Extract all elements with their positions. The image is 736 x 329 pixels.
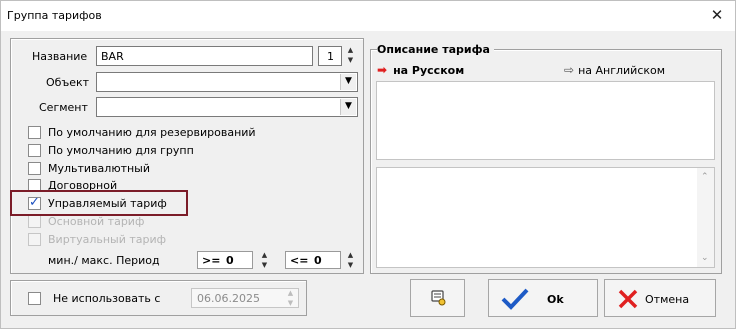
tab-english-label: на Английском [578,64,666,77]
ok-button[interactable]: Ok [488,279,598,317]
period-label: мин./ макс. Период [48,254,160,267]
segment-label: Сегмент [39,101,88,114]
chevron-down-icon[interactable]: ▼ [340,99,356,115]
window-title: Группа тарифов [7,9,102,22]
not-use-label: Не использовать с [53,292,161,305]
name-value: BAR [101,50,124,63]
close-icon[interactable]: ✕ [699,1,735,31]
chevron-down-icon[interactable]: ▼ [340,74,356,90]
name-field[interactable]: BAR [96,46,313,66]
period-max-op: <= [290,254,309,267]
tab-russian[interactable]: ➡ на Русском [377,63,464,77]
description-header: Описание тарифа [377,43,494,56]
name-number-field[interactable]: 1 [318,46,342,66]
spin-up-icon[interactable]: ▲ [344,251,357,261]
tab-russian-label: на Русском [393,64,465,77]
report-button[interactable] [410,279,465,317]
highlight-frame [10,190,188,216]
spin-down-icon[interactable]: ▼ [258,261,271,271]
spin-up-icon[interactable]: ▲ [344,46,357,56]
arrow-right-icon: ➡ [377,63,388,77]
tariff-group-dialog: Группа тарифов ✕ Название BAR 1 ▲ ▼ Объе… [0,0,736,329]
checkbox-label: По умолчанию для резервирований [48,126,256,139]
name-number-stepper[interactable]: ▲ ▼ [344,46,357,66]
checkbox-box[interactable] [28,144,41,157]
title-bar: Группа тарифов ✕ [1,1,735,31]
spin-down-icon: ▼ [287,299,294,307]
cancel-label: Отмена [645,293,690,306]
spin-up-icon: ▲ [287,289,294,297]
scroll-up-icon[interactable]: ⌃ [701,172,709,182]
checkbox-label: Виртуальный тариф [48,233,167,246]
spin-down-icon[interactable]: ▼ [344,261,357,271]
name-label: Название [32,50,88,63]
object-label: Объект [46,76,90,89]
date-stepper: ▲ ▼ [284,289,297,307]
period-min-op: >= [202,254,221,267]
arrow-right-outline-icon: ⇨ [564,63,575,77]
checkbox-label: Мультивалютный [48,162,151,175]
name-number-value: 1 [327,50,334,63]
object-dropdown[interactable]: ▼ [96,72,358,92]
spin-down-icon[interactable]: ▼ [344,56,357,66]
checkmark-icon [501,288,529,310]
segment-dropdown[interactable]: ▼ [96,97,358,117]
period-max-stepper[interactable]: ▲ ▼ [344,251,357,271]
period-max-value: 0 [314,254,322,267]
period-max-field[interactable]: <= 0 [285,251,341,269]
cancel-button[interactable]: Отмена [604,279,716,317]
checkbox-box[interactable] [28,292,41,305]
tab-english[interactable]: ⇨ на Английском [564,63,665,77]
spin-up-icon[interactable]: ▲ [258,251,271,261]
description-english-textarea[interactable]: ⌃ ⌄ [376,167,715,268]
checkbox-box [28,233,41,246]
period-min-field[interactable]: >= 0 [197,251,253,269]
scroll-down-icon[interactable]: ⌄ [701,253,709,263]
checkbox-box[interactable] [28,126,41,139]
period-min-stepper[interactable]: ▲ ▼ [258,251,271,271]
ok-label: Ok [547,293,564,306]
date-value: 06.06.2025 [197,292,260,305]
period-min-value: 0 [226,254,234,267]
checkbox-label: По умолчанию для групп [48,144,194,157]
description-russian-textarea[interactable] [376,81,715,160]
checkbox-label: Основной тариф [48,215,145,228]
vertical-scrollbar[interactable]: ⌃ ⌄ [697,168,714,267]
close-icon [618,289,638,309]
report-icon [431,290,446,306]
checkbox-box [28,215,41,228]
checkbox-box[interactable] [28,162,41,175]
date-field: 06.06.2025 ▲ ▼ [191,288,299,308]
